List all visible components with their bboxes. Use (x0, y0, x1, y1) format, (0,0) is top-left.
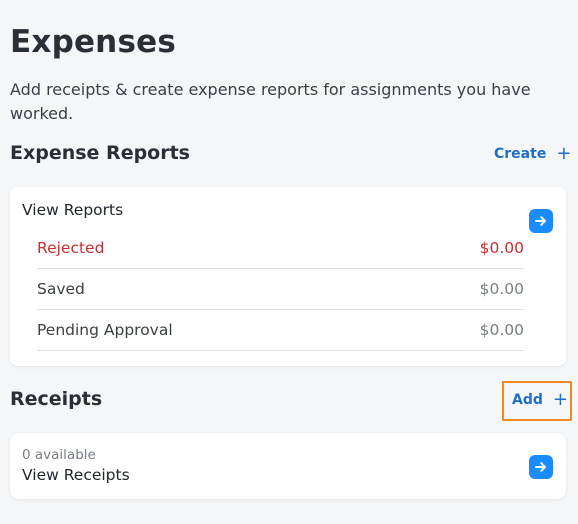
report-row-rejected[interactable]: Rejected $0.00 (37, 228, 524, 269)
page-subtitle: Add receipts & create expense reports fo… (10, 80, 531, 123)
receipts-title: Receipts (10, 388, 103, 410)
row-label: Pending Approval (37, 321, 173, 339)
expenses-page: Expenses Add receipts & create expense r… (0, 0, 578, 524)
create-label: Create (494, 146, 547, 162)
row-label: Saved (37, 280, 85, 298)
row-label: Rejected (37, 239, 105, 257)
report-row-saved[interactable]: Saved $0.00 (37, 269, 524, 310)
row-value: $0.00 (479, 280, 524, 298)
view-receipts-arrow-button[interactable] (529, 455, 553, 479)
receipts-card[interactable]: 0 available View Receipts (10, 433, 566, 499)
page-title: Expenses (10, 24, 176, 60)
arrow-right-icon (535, 462, 546, 472)
add-label: Add (512, 392, 543, 408)
row-value: $0.00 (479, 239, 524, 257)
row-value: $0.00 (479, 321, 524, 339)
add-receipt-button[interactable]: Add + (512, 391, 568, 409)
expense-reports-card: View Reports Rejected $0.00 Saved $0.00 … (10, 187, 566, 366)
view-reports-label: View Reports (22, 201, 124, 219)
view-receipts-label: View Receipts (22, 466, 130, 484)
plus-icon: + (556, 143, 572, 164)
receipts-available-count: 0 available (22, 447, 96, 463)
plus-icon: + (552, 389, 568, 410)
report-row-pending-approval[interactable]: Pending Approval $0.00 (37, 310, 524, 351)
expense-reports-title: Expense Reports (10, 142, 190, 164)
arrow-right-icon (535, 216, 546, 226)
view-reports-arrow-button[interactable] (529, 209, 553, 233)
create-report-button[interactable]: Create + (494, 145, 571, 163)
